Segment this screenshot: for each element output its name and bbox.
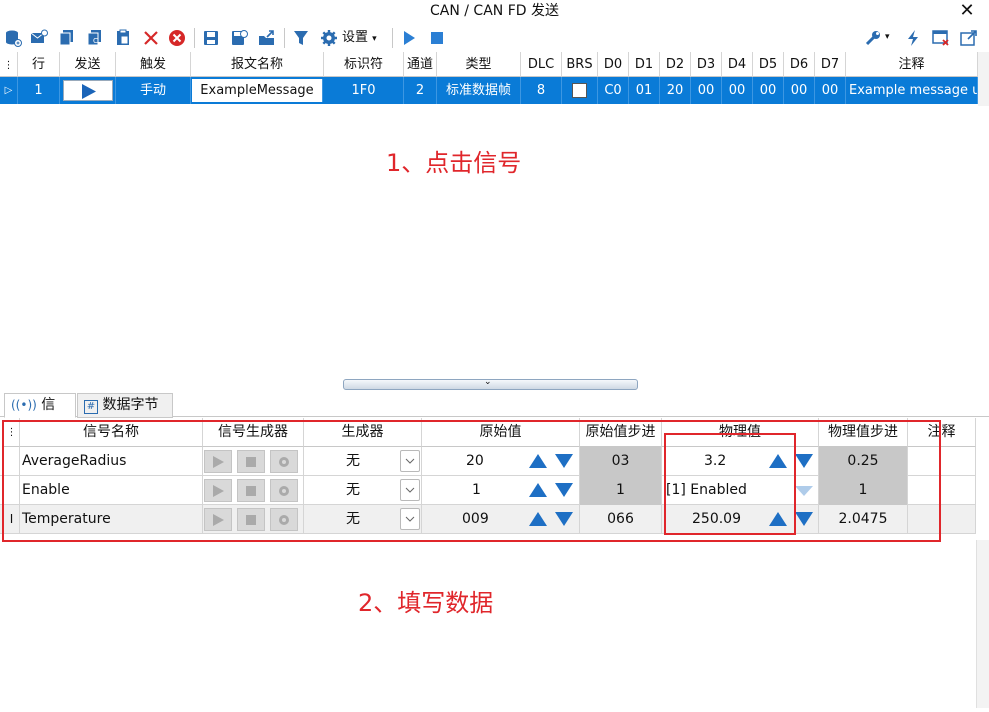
data-byte-cell[interactable]: 00 (784, 77, 815, 104)
save-icon[interactable] (200, 27, 222, 49)
column-header[interactable]: 标识符 (324, 52, 404, 77)
column-header[interactable]: 行 (18, 52, 60, 77)
column-header[interactable]: D0 (598, 52, 629, 77)
svg-text:C: C (93, 37, 98, 45)
data-byte-cell[interactable]: 20 (660, 77, 691, 104)
message-name-input[interactable]: ExampleMessage (192, 79, 323, 102)
trigger-cell[interactable]: 手动 (116, 77, 191, 104)
annotation-step1: 1、点击信号 (386, 149, 522, 177)
toolbar-separator (392, 28, 393, 48)
column-header[interactable]: DLC (521, 52, 562, 77)
annotation-step2: 2、填写数据 (358, 589, 494, 617)
data-byte-cell[interactable]: 01 (629, 77, 660, 104)
play-icon[interactable] (398, 27, 420, 49)
column-header[interactable]: 通道 (404, 52, 437, 77)
filter-icon[interactable] (290, 27, 312, 49)
column-header[interactable]: BRS (562, 52, 598, 77)
delete-icon[interactable] (140, 27, 162, 49)
mail-add-icon[interactable] (28, 27, 50, 49)
dlc-cell[interactable]: 8 (521, 77, 562, 104)
column-header[interactable]: D6 (784, 52, 815, 77)
tab-data-bytes-label: 数据字节 (102, 397, 159, 413)
settings-label: 设置 (342, 30, 369, 45)
settings-dropdown[interactable]: 设置 ▾ (342, 24, 377, 53)
popout-icon[interactable] (958, 27, 980, 49)
copy-special-icon[interactable]: C (84, 27, 106, 49)
hash-icon: # (84, 400, 98, 414)
channel-cell[interactable]: 2 (404, 77, 437, 104)
title-bar: CAN / CAN FD 发送 (0, 0, 989, 24)
column-header[interactable]: D4 (722, 52, 753, 77)
column-header[interactable]: D2 (660, 52, 691, 77)
row-number: 1 (18, 77, 60, 104)
database-add-icon[interactable] (2, 27, 24, 49)
data-byte-cell[interactable]: C0 (598, 77, 629, 104)
data-byte-cell[interactable]: 00 (753, 77, 784, 104)
column-header[interactable]: 触发 (116, 52, 191, 77)
message-row[interactable]: ▷ 1 手动 ExampleMessage 1F0 2 标准数据帧 8 C0 0… (0, 77, 978, 104)
tab-data-bytes[interactable]: # 数据字节 (77, 393, 173, 418)
row-handle-header: ⋮ (0, 52, 18, 77)
tab-bar: ((•)) 信号 # 数据字节 (0, 391, 989, 435)
column-header[interactable]: 报文名称 (191, 52, 324, 77)
column-header[interactable]: 注释 (846, 52, 978, 77)
send-cell (60, 77, 116, 104)
chevron-down-icon: ⌄ (484, 377, 492, 387)
save-as-icon[interactable] (228, 27, 250, 49)
column-header[interactable]: D7 (815, 52, 846, 77)
send-button[interactable] (63, 80, 113, 101)
toolbar-separator (194, 28, 195, 48)
panel-splitter[interactable]: ⌄ (343, 377, 638, 390)
gear-icon[interactable] (318, 27, 340, 49)
column-header[interactable]: 发送 (60, 52, 116, 77)
export-icon[interactable] (256, 27, 278, 49)
data-byte-cell[interactable]: 00 (815, 77, 846, 104)
highlight-box-signals (2, 420, 941, 542)
stop-icon[interactable] (426, 27, 448, 49)
chevron-down-icon[interactable]: ▾ (885, 32, 890, 42)
column-header[interactable]: D1 (629, 52, 660, 77)
play-icon (82, 84, 96, 99)
window-close-icon[interactable] (930, 27, 952, 49)
lightning-icon[interactable] (902, 27, 924, 49)
type-cell[interactable]: 标准数据帧 (437, 77, 521, 104)
toolbar: C 设置 ▾ ▾ (0, 24, 989, 52)
tab-signals[interactable]: ((•)) 信号 (4, 393, 76, 435)
copy-icon[interactable] (56, 27, 78, 49)
row-pointer-icon: ▷ (0, 77, 18, 104)
data-byte-cell[interactable]: 00 (691, 77, 722, 104)
highlight-box-physical-value (664, 433, 796, 535)
scrollbar[interactable] (976, 540, 989, 708)
paste-icon[interactable] (112, 27, 134, 49)
window-title: CAN / CAN FD 发送 (429, 3, 559, 19)
identifier-cell[interactable]: 1F0 (324, 77, 404, 104)
comment-cell[interactable]: Example message u (846, 77, 978, 104)
close-icon[interactable]: ✕ (957, 0, 977, 22)
column-header[interactable]: D5 (753, 52, 784, 77)
column-header[interactable]: 类型 (437, 52, 521, 77)
data-byte-cell[interactable]: 00 (722, 77, 753, 104)
wrench-icon[interactable] (862, 27, 884, 49)
toolbar-separator (284, 28, 285, 48)
chevron-down-icon: ▾ (372, 34, 377, 44)
broadcast-icon: ((•)) (11, 398, 37, 412)
scrollbar[interactable] (978, 52, 989, 106)
brs-checkbox[interactable] (572, 83, 587, 98)
clear-all-icon[interactable] (166, 27, 188, 49)
brs-cell (562, 77, 598, 104)
column-header[interactable]: D3 (691, 52, 722, 77)
